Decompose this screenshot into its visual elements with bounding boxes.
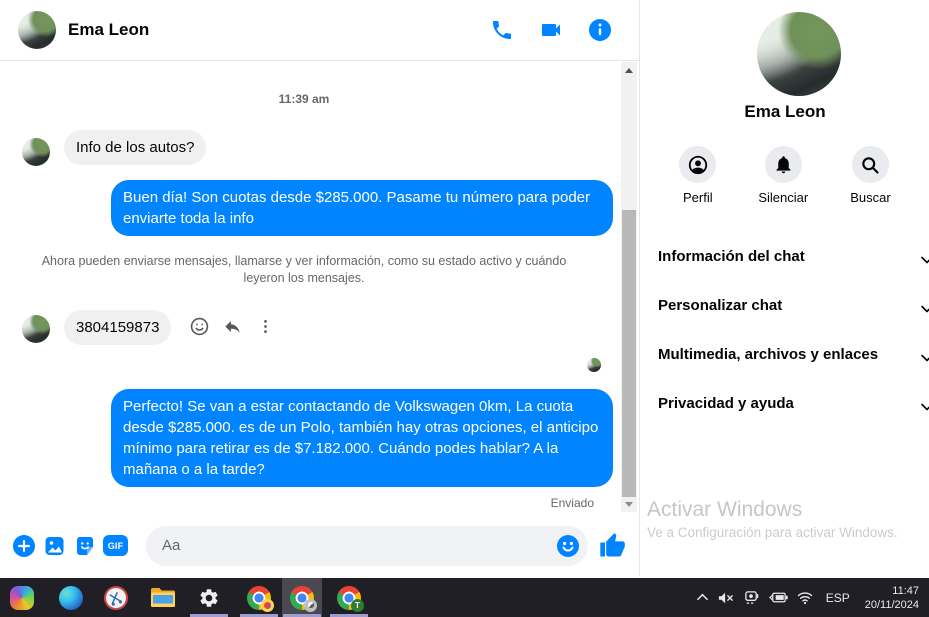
thumbs-up-icon[interactable] xyxy=(598,532,626,560)
copilot-icon[interactable] xyxy=(2,578,42,617)
chrome-profile-badge xyxy=(304,598,317,612)
chrome-profile-badge xyxy=(261,598,274,612)
video-call-icon[interactable] xyxy=(539,18,563,42)
outgoing-message-bubble[interactable]: Perfecto! Se van a estar contactando de … xyxy=(111,389,613,487)
section-customize-chat[interactable]: Personalizar chat xyxy=(640,281,929,330)
battery-charging-icon[interactable] xyxy=(768,591,788,604)
section-chat-info[interactable]: Información del chat xyxy=(640,232,929,281)
profile-picture[interactable] xyxy=(757,12,841,96)
chat-scrollbar[interactable] xyxy=(621,62,637,512)
message-input-wrap xyxy=(146,525,588,566)
search-icon xyxy=(851,146,889,183)
tray-time: 11:47 xyxy=(892,584,919,597)
chrome-profile-1-icon[interactable] xyxy=(239,578,279,617)
gif-icon[interactable]: GIF xyxy=(103,535,128,556)
chrome-profile-badge: T xyxy=(351,598,364,612)
messenger-window: Ema Leon 11:39 am Info de los autos? Bue… xyxy=(0,0,638,576)
message-row: 3804159873 xyxy=(64,310,172,345)
message-row: Buen día! Son cuotas desde $285.000. Pas… xyxy=(111,180,613,236)
details-sections: Información del chat Personalizar chat M… xyxy=(640,232,929,428)
message-row: Perfecto! Se van a estar contactando de … xyxy=(111,389,613,487)
outgoing-message-bubble[interactable]: Buen día! Son cuotas desde $285.000. Pas… xyxy=(111,180,613,236)
chevron-down-icon xyxy=(921,398,929,416)
quick-actions: Perfil Silenciar Buscar xyxy=(640,146,929,205)
section-media-files-links[interactable]: Multimedia, archivos y enlaces xyxy=(640,330,929,379)
activate-windows-watermark-subtitle: Ve a Configuración para activar Windows. xyxy=(647,525,898,540)
contact-name[interactable]: Ema Leon xyxy=(68,20,490,40)
chevron-down-icon xyxy=(921,349,929,367)
chevron-down-icon xyxy=(921,300,929,318)
message-sender-avatar xyxy=(22,138,50,166)
message-input[interactable] xyxy=(146,525,588,566)
seen-indicator-avatar xyxy=(587,358,601,372)
scrollbar-thumb[interactable] xyxy=(622,210,636,497)
emoji-picker-icon[interactable] xyxy=(556,534,580,558)
system-notice: Ahora pueden enviarse mensajes, llamarse… xyxy=(41,254,567,285)
more-options-icon[interactable] xyxy=(256,317,275,341)
volume-muted-icon[interactable] xyxy=(718,591,734,605)
voice-call-icon[interactable] xyxy=(490,18,514,42)
react-emoji-icon[interactable] xyxy=(190,317,209,341)
scroll-up-icon[interactable] xyxy=(621,62,637,78)
attach-image-icon[interactable] xyxy=(42,534,67,558)
windows-taskbar: T ESP 11:47 20/11/2024 xyxy=(0,578,929,617)
sticker-icon[interactable] xyxy=(73,534,97,558)
taskbar-pinned-apps: T xyxy=(0,578,369,617)
system-tray: ESP 11:47 20/11/2024 xyxy=(696,578,929,617)
chrome-profile-2-icon[interactable] xyxy=(282,578,322,617)
message-composer: GIF xyxy=(0,515,638,576)
conversation-timestamp: 11:39 am xyxy=(278,92,330,106)
open-more-actions-icon[interactable] xyxy=(12,534,36,558)
chevron-down-icon xyxy=(921,251,929,269)
message-sender-avatar xyxy=(22,315,50,343)
language-indicator[interactable]: ESP xyxy=(822,591,854,605)
conversation-details-panel: Ema Leon Perfil Silenciar Buscar Informa… xyxy=(639,0,929,576)
person-icon xyxy=(679,146,717,183)
search-action-button[interactable]: Buscar xyxy=(850,146,891,205)
chrome-profile-3-icon[interactable]: T xyxy=(329,578,369,617)
contact-avatar[interactable] xyxy=(18,11,56,49)
wifi-icon[interactable] xyxy=(797,591,813,604)
incoming-message-bubble[interactable]: Info de los autos? xyxy=(64,130,207,165)
message-hover-actions xyxy=(190,317,275,341)
chat-header: Ema Leon xyxy=(0,0,638,61)
message-row: Info de los autos? xyxy=(64,130,207,165)
cast-icon[interactable] xyxy=(743,590,760,605)
bell-icon xyxy=(764,146,802,183)
clock[interactable]: 11:47 20/11/2024 xyxy=(863,584,919,612)
tray-date: 20/11/2024 xyxy=(864,598,919,611)
profile-action-button[interactable]: Perfil xyxy=(679,146,717,205)
settings-icon[interactable] xyxy=(189,578,229,617)
snipping-tool-icon[interactable] xyxy=(96,578,136,617)
reply-icon[interactable] xyxy=(223,317,242,341)
scroll-down-icon[interactable] xyxy=(621,496,637,512)
message-list: 11:39 am Info de los autos? Buen día! So… xyxy=(0,62,638,515)
mute-action-button[interactable]: Silenciar xyxy=(758,146,808,205)
profile-name: Ema Leon xyxy=(744,102,826,121)
activate-windows-watermark: Activar Windows xyxy=(647,498,803,521)
sent-status: Enviado xyxy=(550,496,594,510)
conversation-info-icon[interactable] xyxy=(588,18,612,42)
tray-expand-icon[interactable] xyxy=(696,591,709,604)
section-privacy-help[interactable]: Privacidad y ayuda xyxy=(640,379,929,428)
file-explorer-icon[interactable] xyxy=(142,578,182,617)
edge-icon[interactable] xyxy=(51,578,91,617)
incoming-message-bubble[interactable]: 3804159873 xyxy=(64,310,172,345)
